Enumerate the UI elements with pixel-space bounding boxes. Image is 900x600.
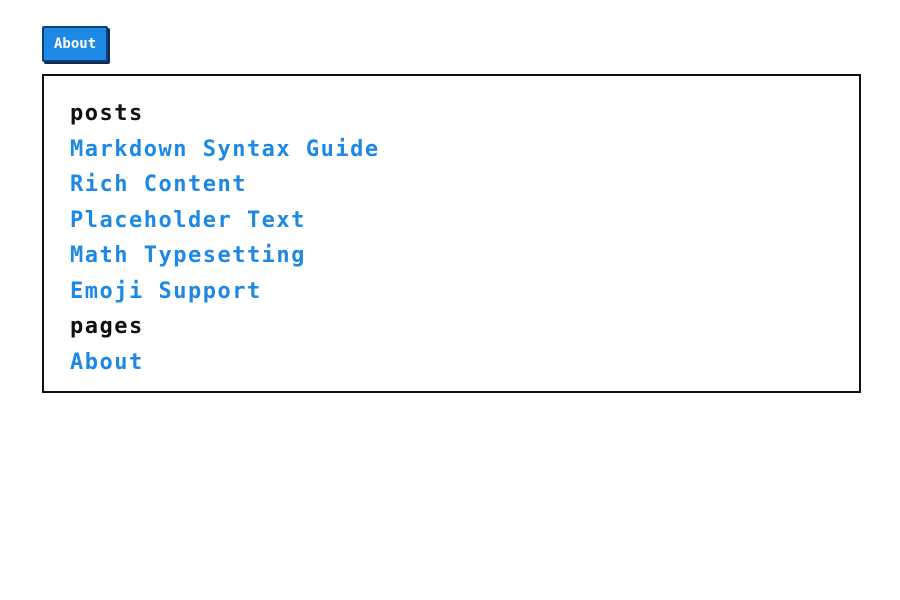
sitemap-list: posts Markdown Syntax Guide Rich Content… xyxy=(70,96,833,380)
list-item: Markdown Syntax Guide xyxy=(70,132,833,168)
section-heading-pages: pages xyxy=(70,309,833,345)
list-item: Placeholder Text xyxy=(70,203,833,239)
post-link-math-typesetting[interactable]: Math Typesetting xyxy=(70,243,306,268)
list-item: Emoji Support xyxy=(70,274,833,310)
post-link-rich-content[interactable]: Rich Content xyxy=(70,172,247,197)
about-nav-button[interactable]: About xyxy=(42,26,109,62)
post-link-placeholder-text[interactable]: Placeholder Text xyxy=(70,208,306,233)
section-heading-posts: posts xyxy=(70,96,833,132)
post-link-emoji-support[interactable]: Emoji Support xyxy=(70,279,262,304)
sitemap-panel: posts Markdown Syntax Guide Rich Content… xyxy=(42,74,861,393)
list-item: About xyxy=(70,345,833,381)
page-link-about[interactable]: About xyxy=(70,350,144,375)
list-item: Rich Content xyxy=(70,167,833,203)
post-link-markdown-syntax-guide[interactable]: Markdown Syntax Guide xyxy=(70,137,380,162)
list-item: Math Typesetting xyxy=(70,238,833,274)
section-heading-label: posts xyxy=(70,101,144,126)
section-heading-label: pages xyxy=(70,314,144,339)
